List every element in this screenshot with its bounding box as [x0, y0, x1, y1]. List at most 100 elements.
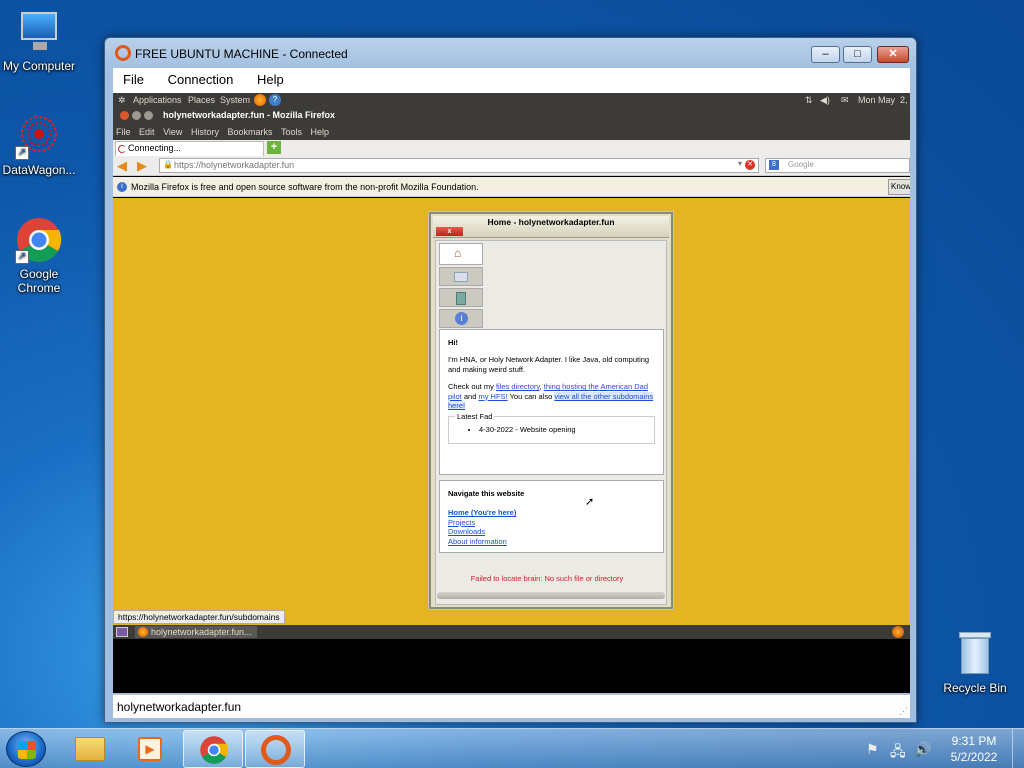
firefox-close-icon[interactable] — [120, 111, 129, 120]
firefox-maximize-icon[interactable] — [144, 111, 153, 120]
mail-icon[interactable]: ✉ — [841, 93, 849, 107]
panel-clock[interactable]: Mon May 2, — [858, 93, 908, 107]
ubuntu-logo-icon — [115, 45, 131, 61]
maximize-button[interactable]: □ — [843, 46, 872, 63]
desktop-icon-recycle-bin[interactable]: Recycle Bin — [933, 630, 1017, 695]
nav-link-home[interactable]: Home (You're here) — [448, 508, 655, 517]
taskbar-item-firefox[interactable]: holynetworkadapter.fun... — [135, 626, 257, 638]
show-desktop-icon[interactable] — [116, 627, 128, 637]
text-fragment: Check out my — [448, 382, 494, 392]
dropdown-arrow-icon[interactable]: ▾ — [738, 159, 742, 168]
firefox-minimize-icon[interactable] — [132, 111, 141, 120]
ff-menu-bookmarks[interactable]: Bookmarks — [227, 127, 272, 137]
know-rights-button[interactable]: Know — [888, 179, 910, 195]
back-arrow-icon[interactable]: ◀ — [117, 158, 127, 174]
network-icon[interactable]: ⇅ — [805, 93, 813, 107]
ff-menu-history[interactable]: History — [191, 127, 219, 137]
google-search-icon: 8 — [769, 160, 779, 170]
nav-link-downloads[interactable]: Downloads — [448, 527, 655, 536]
firefox-launcher-icon[interactable] — [254, 94, 266, 106]
system-clock[interactable]: 9:31 PM 5/2/2022 — [944, 733, 1004, 765]
network-tray-icon[interactable]: 🖧 — [890, 741, 906, 765]
ff-menu-help[interactable]: Help — [311, 127, 330, 137]
desktop-icon-datawagon[interactable]: ↗ DataWagon... — [0, 112, 81, 177]
firefox-tabstrip: Connecting... + — [113, 140, 910, 156]
datawagon-icon: ↗ — [15, 112, 63, 160]
hfs-link[interactable]: my HFS! — [478, 392, 507, 401]
tab-downloads[interactable] — [439, 288, 483, 307]
site-window-title: Home - holynetworkadapter.fun — [487, 217, 615, 227]
menu-file[interactable]: File — [113, 68, 154, 87]
checkout-paragraph: Check out my files directory, thing host… — [448, 382, 655, 410]
close-button[interactable]: ✕ — [877, 46, 909, 63]
text-fragment: and — [463, 391, 477, 401]
window-statusbar: holynetworkadapter.fun ⋰ — [113, 694, 910, 718]
help-launcher-icon[interactable]: ? — [269, 94, 281, 106]
remote-screen[interactable]: ✲ Applications Places System ? ⇅ ◀) ✉ Mo… — [113, 93, 910, 693]
text-fragment: , — [539, 382, 542, 392]
info-icon: i — [117, 182, 127, 192]
recycle-bin-icon — [951, 630, 999, 678]
forward-arrow-icon[interactable]: ▶ — [137, 158, 147, 174]
url-input[interactable]: 🔒 https://holynetworkadapter.fun ✕ ▾ — [159, 158, 759, 173]
info-message: Mozilla Firefox is free and open source … — [131, 182, 479, 192]
minimize-button[interactable]: – — [811, 46, 840, 63]
window-titlebar[interactable]: FREE UBUNTU MACHINE - Connected – □ ✕ — [105, 38, 916, 68]
desktop-icon-my-computer[interactable]: My Computer — [0, 8, 81, 73]
tab-label: Connecting... — [128, 143, 182, 153]
firefox-window-title: holynetworkadapter.fun - Mozilla Firefox — [163, 110, 336, 120]
ff-menu-view[interactable]: View — [163, 127, 182, 137]
new-tab-button[interactable]: + — [267, 141, 281, 154]
volume-icon[interactable]: ◀) — [820, 93, 830, 107]
firefox-navbar: ◀ ▶ 🔒 https://holynetworkadapter.fun ✕ ▾… — [113, 156, 910, 176]
stop-icon[interactable]: ✕ — [745, 160, 755, 170]
site-scrollbar[interactable] — [437, 592, 665, 599]
firefox-titlebar[interactable]: holynetworkadapter.fun - Mozilla Firefox — [113, 107, 910, 124]
taskbar-media-player-button[interactable]: ▶ — [121, 730, 181, 768]
tab-about[interactable]: i — [439, 309, 483, 328]
files-directory-link[interactable]: files directory — [496, 382, 540, 391]
panel-places[interactable]: Places — [188, 93, 215, 107]
volume-tray-icon[interactable]: 🔊 — [914, 741, 931, 758]
book-icon — [456, 292, 466, 305]
taskbar-chrome-button[interactable] — [183, 730, 243, 768]
navigation-card: Navigate this website Home (You're here)… — [439, 480, 664, 553]
ff-menu-tools[interactable]: Tools — [281, 127, 302, 137]
ubuntu-menu-icon[interactable]: ✲ — [118, 93, 126, 107]
ff-menu-edit[interactable]: Edit — [139, 127, 155, 137]
taskbar-remote-desktop-button[interactable] — [245, 730, 305, 768]
search-input[interactable]: 8 Google — [765, 158, 910, 173]
tab-home[interactable]: ⌂ — [439, 243, 483, 265]
tab-projects[interactable] — [439, 267, 483, 286]
resize-grip-icon[interactable]: ⋰ — [899, 706, 908, 717]
site-close-button[interactable]: x — [436, 227, 463, 236]
start-button[interactable] — [6, 731, 46, 767]
firefox-tab[interactable]: Connecting... — [115, 141, 264, 156]
intro-card: Hi! I'm HNA, or Holy Network Adapter. I … — [439, 329, 664, 475]
loading-spinner-icon — [118, 145, 126, 153]
menu-help[interactable]: Help — [247, 68, 294, 87]
desktop-icon-google-chrome[interactable]: ↗ Google Chrome — [0, 216, 81, 295]
firefox-menubar: File Edit View History Bookmarks Tools H… — [113, 124, 910, 140]
window-title: FREE UBUNTU MACHINE - Connected — [135, 47, 348, 61]
chrome-icon — [199, 735, 229, 768]
windows-taskbar: ▶ ⚑ 🖧 🔊 9:31 PM 5/2/2022 — [0, 728, 1024, 768]
nav-link-projects[interactable]: Projects — [448, 518, 655, 527]
panel-system[interactable]: System — [220, 93, 250, 107]
nav-link-about[interactable]: About information — [448, 537, 655, 546]
show-desktop-button[interactable] — [1012, 729, 1024, 768]
taskbar-explorer-button[interactable] — [60, 730, 120, 768]
menu-connection[interactable]: Connection — [158, 68, 244, 87]
window-icon — [454, 272, 468, 282]
list-item: 4-30-2022 - Website opening — [479, 425, 648, 434]
trash-applet-icon[interactable] — [892, 626, 904, 638]
ff-menu-file[interactable]: File — [116, 127, 131, 137]
shortcut-arrow-icon: ↗ — [15, 146, 29, 160]
folder-icon — [75, 737, 105, 761]
remote-desktop-window: FREE UBUNTU MACHINE - Connected – □ ✕ Fi… — [104, 37, 917, 723]
site-window-titlebar: Home - holynetworkadapter.fun x — [433, 216, 669, 238]
panel-applications[interactable]: Applications — [133, 93, 182, 107]
action-center-flag-icon[interactable]: ⚑ — [866, 741, 879, 758]
url-text: https://holynetworkadapter.fun — [174, 160, 295, 170]
firefox-notification-bar: i Mozilla Firefox is free and open sourc… — [113, 177, 910, 197]
